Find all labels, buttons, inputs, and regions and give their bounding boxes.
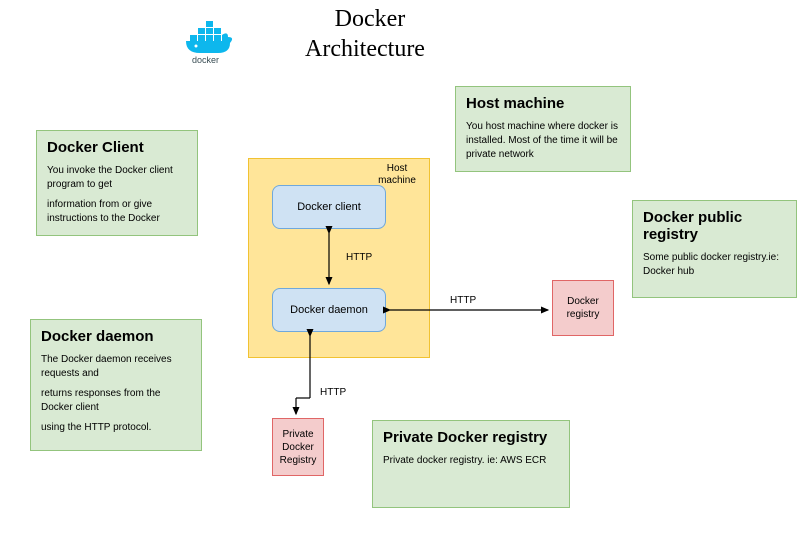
host-machine-label: Hostmachine (373, 163, 421, 187)
diagram-title-line2: Architecture (275, 36, 455, 63)
node-public-registry: Dockerregistry (552, 280, 614, 336)
info-text: returns responses from the Docker client (41, 387, 191, 415)
http-label-client-daemon: HTTP (346, 252, 372, 263)
info-text: using the HTTP protocol. (41, 421, 191, 435)
diagram-title-line1: Docker (300, 6, 440, 33)
http-label-daemon-private: HTTP (320, 387, 346, 398)
info-text: You invoke the Docker client program to … (47, 164, 187, 192)
info-title-client: Docker Client (47, 139, 187, 156)
svg-text:docker: docker (192, 55, 219, 65)
info-title-public-registry: Docker public registry (643, 209, 786, 243)
info-box-private-registry: Private Docker registry Private docker r… (372, 420, 570, 508)
info-title-private-registry: Private Docker registry (383, 429, 559, 446)
docker-logo-icon: docker (180, 15, 244, 65)
info-box-host: Host machine You host machine where dock… (455, 86, 631, 172)
info-box-public-registry: Docker public registry Some public docke… (632, 200, 797, 298)
info-text: The Docker daemon receives requests and (41, 353, 191, 381)
info-title-host: Host machine (466, 95, 620, 112)
node-docker-client: Docker client (272, 185, 386, 229)
info-box-client: Docker Client You invoke the Docker clie… (36, 130, 198, 236)
info-box-daemon: Docker daemon The Docker daemon receives… (30, 319, 202, 451)
info-text: information from or give instructions to… (47, 198, 187, 226)
http-label-daemon-public: HTTP (450, 295, 476, 306)
node-docker-daemon: Docker daemon (272, 288, 386, 332)
info-title-daemon: Docker daemon (41, 328, 191, 345)
info-text: Private docker registry. ie: AWS ECR (383, 454, 559, 468)
info-text: Some public docker registry.ie: Docker h… (643, 251, 786, 279)
info-text: You host machine where docker is install… (466, 120, 620, 162)
node-private-registry: PrivateDockerRegistry (272, 418, 324, 476)
